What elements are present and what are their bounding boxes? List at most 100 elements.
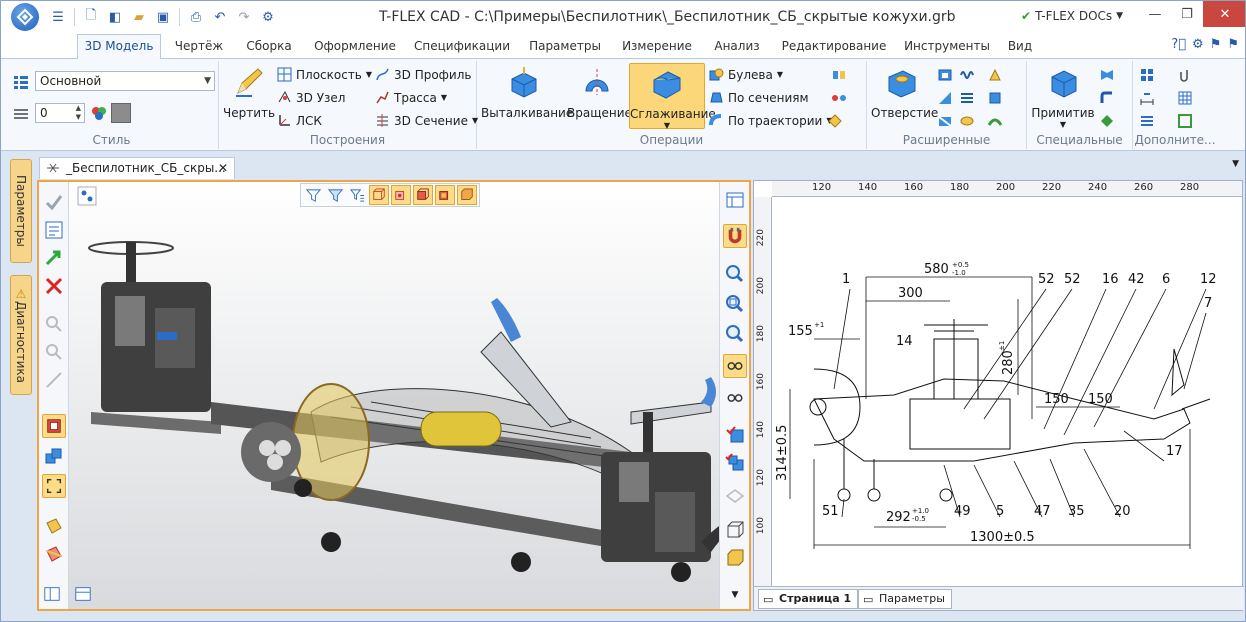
confirm-icon[interactable]	[42, 190, 66, 214]
tab-3d-model[interactable]: 3D Модель	[77, 34, 161, 60]
tab-tools[interactable]: Инструменты	[899, 35, 995, 59]
zoom-alt-disabled-icon[interactable]	[42, 340, 66, 364]
model-tree-icon[interactable]	[77, 186, 97, 206]
glasses-alt-icon[interactable]	[723, 386, 747, 410]
view-table-icon[interactable]	[723, 188, 747, 212]
cube-wire-icon[interactable]	[369, 185, 389, 205]
check-cubes-icon[interactable]	[723, 450, 747, 474]
measure-disabled-icon[interactable]	[42, 368, 66, 392]
side-tab-parameters[interactable]: Параметры	[10, 159, 32, 263]
magnet-snap-icon[interactable]	[723, 224, 747, 248]
lcs-button[interactable]: ЛСК	[277, 113, 322, 128]
red-face-icon[interactable]	[42, 542, 66, 566]
flag-icon[interactable]: ⚑	[1210, 37, 1222, 52]
extrude-button[interactable]: Выталкивание	[481, 65, 573, 120]
tab-measure[interactable]: Измерение	[615, 35, 699, 59]
smooth-button[interactable]: Сглаживание ▼	[629, 63, 716, 130]
glasses-view-icon[interactable]	[723, 354, 747, 378]
tab-parameters[interactable]: Параметры	[521, 35, 609, 59]
tab-view[interactable]: Вид	[1001, 35, 1039, 59]
undo-icon[interactable]: ↶	[209, 6, 231, 28]
spring-icon[interactable]	[959, 67, 975, 83]
weld-icon[interactable]	[1099, 113, 1115, 129]
cancel-x-icon[interactable]	[42, 274, 66, 298]
close-tab-icon[interactable]: ✕	[218, 158, 228, 178]
color-swatch[interactable]	[111, 103, 131, 123]
drone-3d-model[interactable]	[71, 212, 719, 609]
layer-select[interactable]: Основной ▼	[35, 71, 215, 91]
attach-icon[interactable]	[1177, 67, 1193, 83]
frame-select-icon[interactable]	[42, 474, 66, 498]
shell-icon[interactable]	[937, 67, 953, 83]
color-palette-icon[interactable]	[91, 105, 107, 121]
filter-alt-icon[interactable]	[325, 185, 345, 205]
zoom-all-icon[interactable]	[723, 322, 747, 346]
filter-list-icon[interactable]	[347, 185, 367, 205]
page-tab-page1[interactable]: ▭ Страница 1	[758, 589, 859, 609]
section-3d-button[interactable]: 3D Сечение ▼	[375, 113, 478, 128]
save-icon[interactable]: ▣	[152, 6, 174, 28]
node-3d-button[interactable]: 3D Узел	[277, 90, 345, 105]
table-icon[interactable]	[1177, 90, 1193, 106]
hamburger-menu-icon[interactable]: ☰	[47, 6, 69, 28]
layout-single-icon[interactable]	[40, 582, 64, 606]
tab-specifications[interactable]: Спецификации	[409, 35, 515, 59]
level-stepper[interactable]: 0 ▲ ▼	[35, 103, 85, 123]
open-folder-icon[interactable]: ▰	[128, 6, 150, 28]
cube-edges-icon[interactable]	[413, 185, 433, 205]
profile-3d-button[interactable]: 3D Профиль	[375, 67, 471, 82]
viewport-2d-drawing[interactable]: 120 140 160 180 200 220 240 260 280 220 …	[753, 180, 1244, 611]
frame-icon[interactable]	[1177, 113, 1193, 129]
flag-alt-icon[interactable]: ⚑	[1227, 37, 1239, 52]
maximize-button[interactable]: ❐	[1171, 1, 1203, 27]
page-tab-parameters[interactable]: ▭ Параметры	[858, 589, 952, 609]
array-icon[interactable]	[831, 90, 847, 106]
viewport-3d[interactable]: ▼	[37, 180, 751, 611]
check-cube-icon[interactable]	[723, 422, 747, 446]
cube-solid-icon[interactable]	[457, 185, 477, 205]
tube-icon[interactable]	[959, 113, 975, 129]
minimize-button[interactable]: —	[1139, 1, 1171, 27]
hole-button[interactable]: Отверстие	[871, 65, 938, 120]
select-cube-icon[interactable]	[42, 414, 66, 438]
boolean-button[interactable]: Булева ▼	[709, 67, 783, 82]
zoom-in-icon[interactable]	[723, 262, 747, 286]
document-tab[interactable]: _Беспилотник_СБ_скры... ✕	[39, 157, 235, 179]
tab-drawing[interactable]: Чертёж	[167, 35, 231, 59]
customize-qat-icon[interactable]: ⚙	[257, 6, 279, 28]
side-tab-diagnostics[interactable]: ⚠ Диагностика	[10, 275, 32, 395]
yellow-cube-icon[interactable]	[723, 546, 747, 570]
cut-icon[interactable]	[937, 113, 953, 129]
pipe-icon[interactable]	[1099, 90, 1115, 106]
new-3d-icon[interactable]: ◧	[104, 6, 126, 28]
yellow-face-icon[interactable]	[42, 514, 66, 538]
mirror-icon[interactable]	[831, 67, 847, 83]
settings-gear-icon[interactable]: ⚙	[1192, 37, 1204, 52]
primitive-button[interactable]: Примитив ▼	[1031, 65, 1095, 129]
cube-hidden-icon[interactable]	[391, 185, 411, 205]
plane-disabled-icon[interactable]	[723, 482, 747, 506]
list-icon[interactable]	[1139, 113, 1155, 129]
pattern-icon[interactable]	[827, 113, 843, 129]
rib-icon[interactable]	[937, 90, 953, 106]
redo-icon[interactable]: ↷	[233, 6, 255, 28]
zoom-window-icon[interactable]	[723, 292, 747, 316]
tab-editing[interactable]: Редактирование	[775, 35, 893, 59]
stack-icon[interactable]	[959, 90, 975, 106]
stacked-cubes-icon[interactable]	[42, 444, 66, 468]
wire-cube-icon[interactable]	[723, 518, 747, 542]
path-button[interactable]: Трасса ▼	[375, 90, 447, 105]
params-panel-icon[interactable]	[42, 218, 66, 242]
new-document-icon[interactable]: 🗋	[80, 6, 102, 28]
cube-dropdown-icon[interactable]	[987, 90, 1003, 106]
deform-icon[interactable]	[987, 113, 1003, 129]
tab-analysis[interactable]: Анализ	[705, 35, 769, 59]
thread-icon[interactable]	[987, 67, 1003, 83]
plane-button[interactable]: Плоскость ▼	[277, 67, 372, 82]
dimension-icon[interactable]	[1139, 90, 1155, 106]
chevron-down-icon[interactable]: ▼	[1232, 159, 1239, 169]
grid-icon[interactable]	[1139, 67, 1155, 83]
filter-icon[interactable]	[303, 185, 323, 205]
green-arrow-icon[interactable]	[42, 246, 66, 270]
rotate-button[interactable]: Вращение	[567, 65, 632, 120]
